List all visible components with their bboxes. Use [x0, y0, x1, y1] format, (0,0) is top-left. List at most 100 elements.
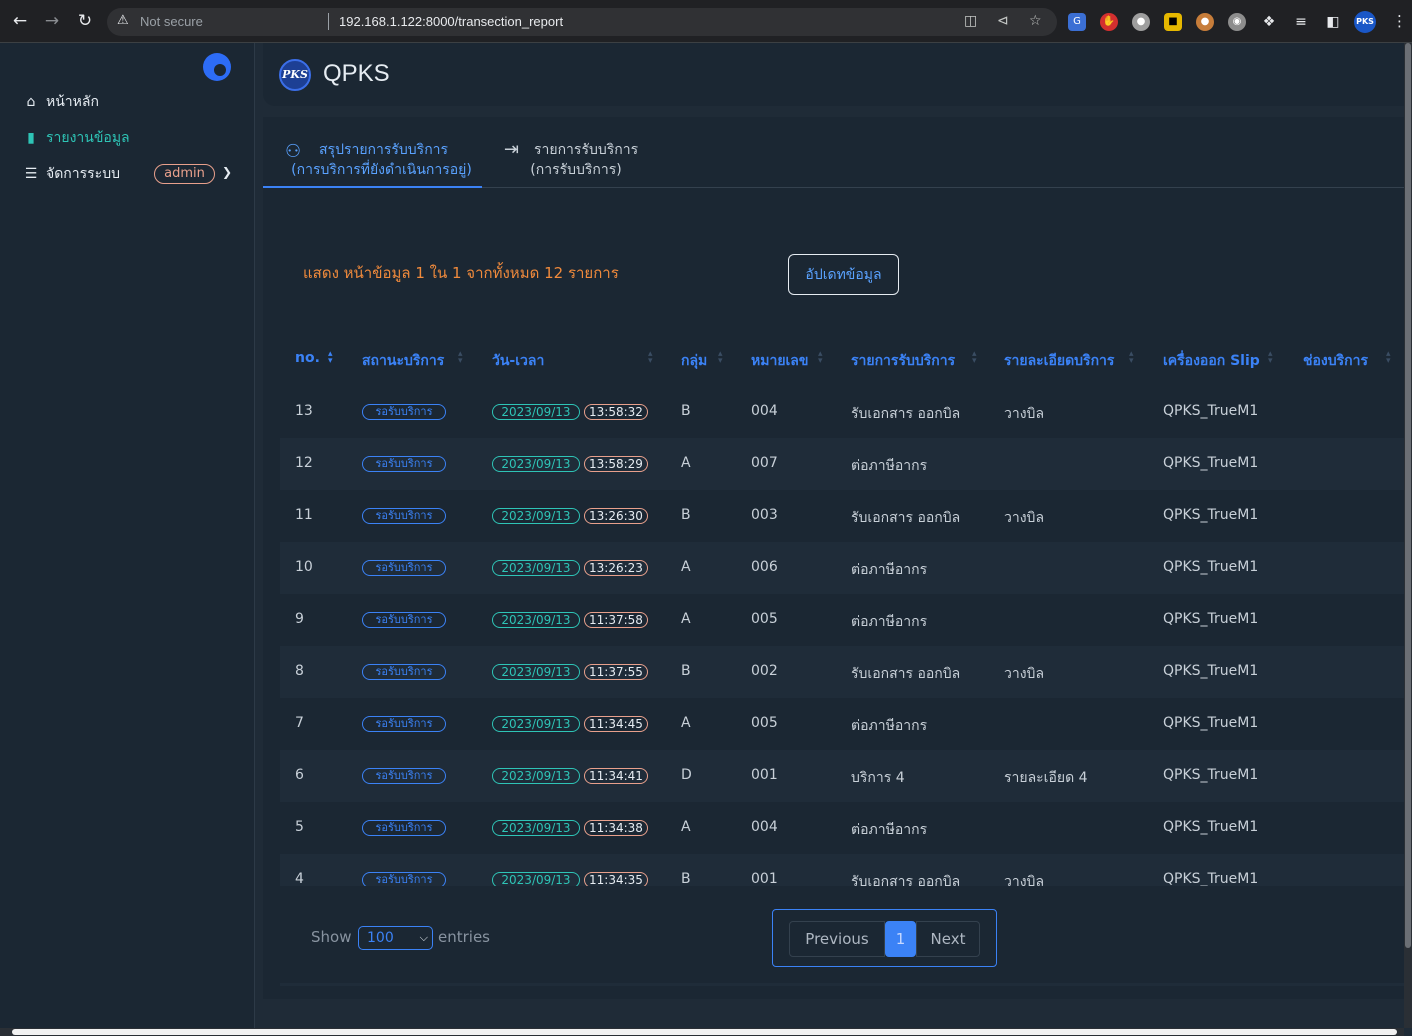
profile-avatar[interactable]: PKS	[1354, 11, 1376, 33]
column-header-datetime[interactable]: วัน-เวลา	[492, 350, 544, 372]
cell-number: 007	[751, 455, 778, 471]
time-badge: 11:37:55	[584, 664, 648, 680]
extensions-puzzle-icon[interactable]: ❖	[1260, 13, 1278, 31]
media-queue-icon[interactable]: ≡	[1292, 13, 1310, 31]
column-header-number[interactable]: หมายเลข	[751, 350, 808, 372]
cell-number: 001	[751, 767, 778, 783]
table-row[interactable]: 5 รอรับบริการ 2023/09/13 11:34:38 A 004 …	[280, 802, 1412, 854]
column-header-slip-machine[interactable]: เครื่องออก Slip	[1163, 350, 1260, 372]
brand-logo: PKS	[279, 59, 311, 91]
cell-slip-machine: QPKS_TrueM1	[1163, 767, 1259, 783]
table-row[interactable]: 11 รอรับบริการ 2023/09/13 13:26:30 B 003…	[280, 490, 1412, 542]
translate-icon[interactable]: ◫	[964, 13, 977, 29]
sort-icon[interactable]: ▴ ▾	[648, 350, 653, 366]
cell-service: ต่อภาษีอากร	[851, 562, 928, 578]
sign-in-icon: ⇥	[504, 139, 520, 160]
page-size-value: 100	[367, 930, 394, 946]
cell-no: 12	[295, 455, 313, 471]
column-header-detail[interactable]: รายละเอียดบริการ	[1004, 350, 1114, 372]
cookie-extension-icon[interactable]: ●	[1196, 13, 1214, 31]
url-text[interactable]: 192.168.1.122:8000/transection_report	[339, 14, 563, 29]
forward-icon[interactable]: →	[42, 11, 62, 31]
tab-line2: (การบริการที่ยังดำเนินการอยู่)	[291, 162, 472, 178]
show-label: Show	[311, 928, 352, 946]
bookmark-star-icon[interactable]: ☆	[1029, 13, 1042, 29]
cell-slip-machine: QPKS_TrueM1	[1163, 455, 1259, 471]
sort-icon[interactable]: ▴ ▾	[328, 350, 333, 366]
address-bar[interactable]: ⚠ Not secure 192.168.1.122:8000/transect…	[107, 8, 1057, 36]
update-data-button[interactable]: อัปเดทข้อมูล	[788, 254, 899, 295]
column-header-no[interactable]: no.	[295, 350, 320, 366]
cell-group: A	[681, 715, 691, 731]
cell-group: B	[681, 403, 691, 419]
share-icon[interactable]: ⊲	[997, 13, 1009, 29]
date-badge: 2023/09/13	[492, 664, 580, 680]
sort-icon[interactable]: ▴ ▾	[458, 350, 463, 366]
tab-service-list[interactable]: ⇥ รายการรับบริการ (การรับบริการ)	[482, 130, 662, 188]
horizontal-scrollbar-thumb[interactable]	[12, 1029, 1397, 1035]
cell-slip-machine: QPKS_TrueM1	[1163, 663, 1259, 679]
column-header-service[interactable]: รายการรับบริการ	[851, 350, 955, 372]
date-badge: 2023/09/13	[492, 872, 580, 886]
sidebar-item-report[interactable]: ▮ รายงานข้อมูล	[22, 127, 130, 149]
side-panel-icon[interactable]: ◧	[1324, 13, 1342, 31]
cell-service: ต่อภาษีอากร	[851, 822, 928, 838]
sidebar-item-system-management[interactable]: ☰ จัดการระบบ	[22, 163, 120, 185]
sidebar-item-home[interactable]: ⌂ หน้าหลัก	[22, 91, 99, 113]
back-icon[interactable]: ←	[10, 11, 30, 31]
cell-no: 13	[295, 403, 313, 419]
status-badge: รอรับบริการ	[362, 404, 446, 420]
status-badge: รอรับบริการ	[362, 716, 446, 732]
table-row[interactable]: 8 รอรับบริการ 2023/09/13 11:37:55 B 002 …	[280, 646, 1412, 698]
tab-service-summary[interactable]: ⚇ สรุปรายการรับบริการ (การบริการที่ยังดำ…	[263, 130, 482, 188]
previous-page-button[interactable]: Previous	[789, 921, 885, 957]
cell-detail: วางบิล	[1004, 510, 1045, 526]
cell-no: 8	[295, 663, 304, 679]
date-badge: 2023/09/13	[492, 612, 580, 628]
brand-title: QPKS	[323, 60, 390, 87]
cell-detail: วางบิล	[1004, 874, 1045, 886]
app-logo-icon[interactable]	[203, 53, 231, 81]
folder-extension-icon[interactable]: ■	[1164, 13, 1182, 31]
status-badge: รอรับบริการ	[362, 456, 446, 472]
chat-extension-icon[interactable]: ●	[1132, 13, 1150, 31]
chevron-down-icon: ⌵	[419, 931, 428, 944]
home-icon: ⌂	[26, 94, 36, 110]
spy-extension-icon[interactable]: ◉	[1228, 13, 1246, 31]
page-size-select[interactable]: 100 ⌵	[358, 926, 433, 950]
sort-icon[interactable]: ▴ ▾	[972, 350, 977, 366]
sort-icon[interactable]: ▴ ▾	[718, 350, 723, 366]
table-row[interactable]: 7 รอรับบริการ 2023/09/13 11:34:45 A 005 …	[280, 698, 1412, 750]
chevron-down-icon[interactable]: ❯	[222, 165, 232, 179]
adblock-extension-icon[interactable]: ✋	[1100, 13, 1118, 31]
column-header-counter[interactable]: ช่องบริการ	[1303, 350, 1368, 372]
table-row[interactable]: 9 รอรับบริการ 2023/09/13 11:37:58 A 005 …	[280, 594, 1412, 646]
google-translate-extension-icon[interactable]: G	[1068, 13, 1086, 31]
cell-group: A	[681, 611, 691, 627]
browser-menu-icon[interactable]: ⋮	[1392, 12, 1407, 30]
page-1-button[interactable]: 1	[885, 921, 916, 957]
cell-service: รับเอกสาร ออกบิล	[851, 666, 961, 682]
time-badge: 13:58:29	[584, 456, 648, 472]
top-header	[263, 43, 1412, 106]
time-badge: 11:34:38	[584, 820, 648, 836]
sort-icon[interactable]: ▴ ▾	[1268, 350, 1273, 366]
reload-icon[interactable]: ↻	[75, 11, 95, 31]
table-row[interactable]: 12 รอรับบริการ 2023/09/13 13:58:29 A 007…	[280, 438, 1412, 490]
sort-icon[interactable]: ▴ ▾	[1129, 350, 1134, 366]
table-row[interactable]: 4 รอรับบริการ 2023/09/13 11:34:35 B 001 …	[280, 854, 1412, 886]
next-page-button[interactable]: Next	[916, 921, 980, 957]
users-icon: ⚇	[285, 141, 302, 162]
cell-number: 001	[751, 871, 778, 886]
sort-icon[interactable]: ▴ ▾	[818, 350, 823, 366]
sort-icon[interactable]: ▴ ▾	[1386, 350, 1391, 366]
vertical-scrollbar-thumb[interactable]	[1405, 43, 1411, 948]
table-row[interactable]: 10 รอรับบริการ 2023/09/13 13:26:23 A 006…	[280, 542, 1412, 594]
table-row[interactable]: 13 รอรับบริการ 2023/09/13 13:58:32 B 004…	[280, 386, 1412, 438]
column-header-status[interactable]: สถานะบริการ	[362, 350, 444, 372]
status-badge: รอรับบริการ	[362, 820, 446, 836]
table-row[interactable]: 6 รอรับบริการ 2023/09/13 11:34:41 D 001 …	[280, 750, 1412, 802]
warning-icon: ⚠	[117, 13, 129, 28]
column-header-group[interactable]: กลุ่ม	[681, 350, 707, 372]
admin-badge: admin	[154, 164, 215, 184]
